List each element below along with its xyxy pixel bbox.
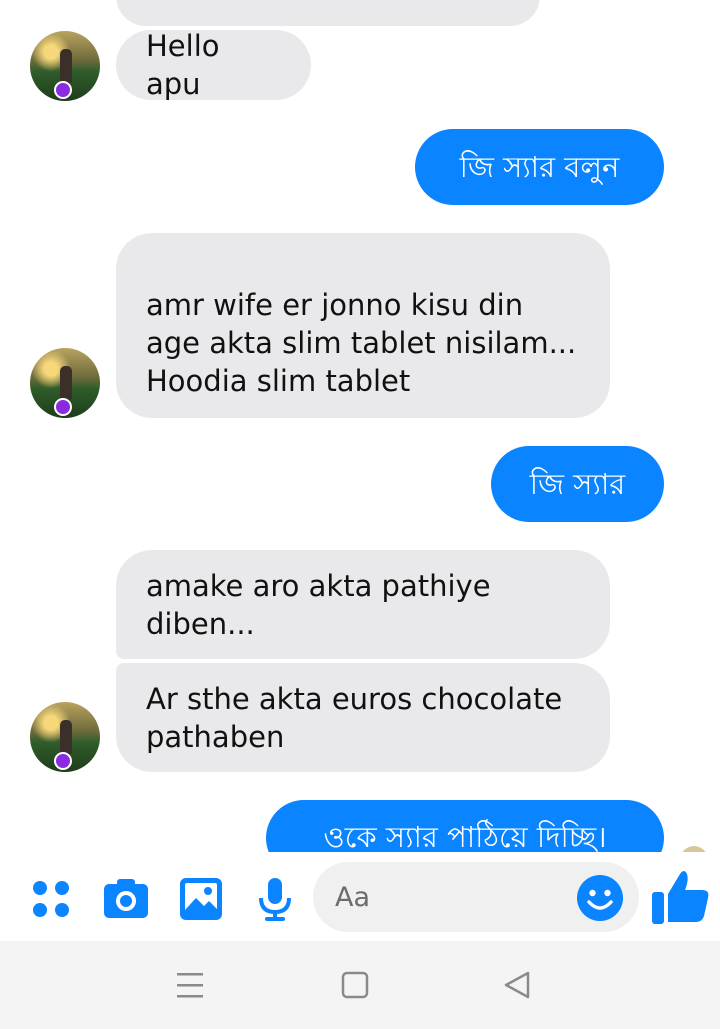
message-text: Ar sthe akta euros chocolate pathaben (146, 681, 563, 754)
contact-avatar[interactable] (30, 702, 100, 772)
apps-icon[interactable] (30, 876, 76, 922)
message-bubble-incoming[interactable]: amr wife er jonno kisu din age akta slim… (116, 233, 610, 418)
composer-bar: Aa (0, 852, 720, 942)
message-text: amr wife er jonno kisu din age akta slim… (146, 287, 577, 398)
message-bubble-outgoing[interactable]: জি স্যার (491, 446, 664, 522)
conversation-thread: Hello apu জি স্যার বলুন amr wife er jonn… (0, 0, 720, 852)
nav-back-icon[interactable] (500, 967, 536, 1003)
system-navigation-bar (0, 941, 720, 1029)
message-text: ওকে স্যার পাঠিয়ে দিচ্ছি। (323, 820, 607, 852)
message-bubble-incoming[interactable]: Hello apu (116, 29, 311, 101)
like-icon[interactable] (650, 866, 712, 928)
message-bubble-outgoing[interactable]: জি স্যার বলুন (415, 129, 664, 205)
nav-recents-icon[interactable] (172, 967, 208, 1003)
message-text: জি স্যার (529, 467, 626, 501)
camera-icon[interactable] (103, 876, 149, 922)
message-bubble-incoming[interactable]: amake aro akta pathiye diben... (116, 550, 610, 659)
message-input-placeholder: Aa (335, 881, 371, 913)
message-text: Hello apu (146, 29, 220, 101)
contact-avatar[interactable] (30, 31, 100, 101)
nav-home-icon[interactable] (337, 967, 373, 1003)
emoji-icon[interactable] (576, 874, 624, 922)
message-bubble-partial[interactable] (116, 0, 540, 26)
message-bubble-outgoing[interactable]: ওকে স্যার পাঠিয়ে দিচ্ছি। (266, 800, 664, 852)
message-text: amake aro akta pathiye diben... (146, 568, 491, 641)
message-text: জি স্যার বলুন (459, 150, 620, 184)
microphone-icon[interactable] (252, 876, 298, 922)
contact-avatar[interactable] (30, 348, 100, 418)
gallery-icon[interactable] (178, 876, 224, 922)
message-bubble-incoming[interactable]: Ar sthe akta euros chocolate pathaben (116, 663, 610, 772)
